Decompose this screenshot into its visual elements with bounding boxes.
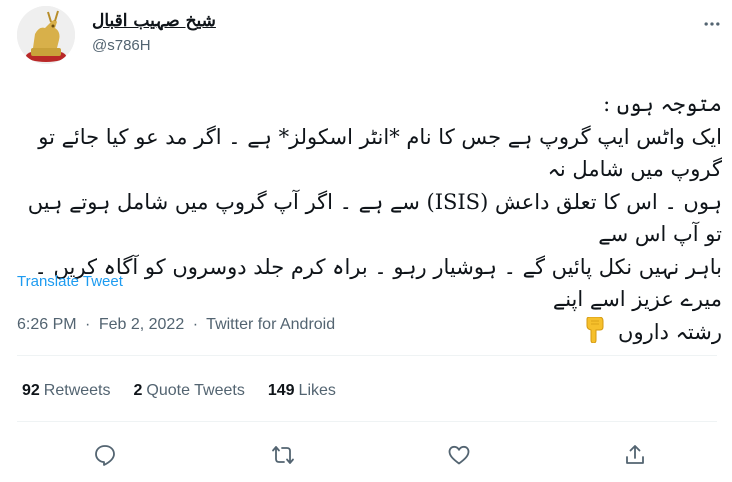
meta-separator: · [192,316,199,333]
translate-tweet-link[interactable]: Translate Tweet [17,273,123,290]
tweet-line: ایک واٹس ایپ گروپ ہے جس کا نام *انٹر اسک… [38,124,722,182]
share-button[interactable] [620,440,650,470]
more-horizontal-icon [704,22,720,26]
tweet-card: شیخ صہیب اقبال @s786H متوجہ ہوں : ایک وا… [0,0,732,482]
author-display-name[interactable]: شیخ صہیب اقبال [92,10,216,31]
tweet-text: متوجہ ہوں : ایک واٹس ایپ گروپ ہے جس کا ن… [14,88,722,352]
more-options-button[interactable] [700,12,724,36]
pointing-down-icon [583,316,605,353]
author-handle[interactable]: @s786H [92,37,151,54]
meta-separator: · [85,316,91,333]
tweet-time[interactable]: 6:26 PM [17,316,77,333]
retweets-count: 92 [22,382,40,399]
heart-icon [448,445,470,465]
tweet-source[interactable]: Twitter for Android [206,316,335,333]
tweet-date[interactable]: Feb 2, 2022 [99,316,184,333]
tweet-meta: 6:26 PM · Feb 2, 2022 · Twitter for Andr… [17,316,335,334]
retweets-label: Retweets [43,382,111,399]
tweet-line: متوجہ ہوں : [603,92,722,116]
avatar[interactable] [17,6,75,64]
likes-count: 149 [267,382,295,399]
divider [17,421,717,422]
tweet-line: ہوں ۔ اس کا تعلق داعش (ISIS) سے ہے ۔ اگر… [27,189,722,247]
quotes-label: Quote Tweets [146,382,245,399]
trophy-avatar-icon [17,6,75,64]
reply-button[interactable] [90,440,120,470]
quotes-count: 2 [133,382,143,399]
engagement-stats: 92 Retweets 2 Quote Tweets 149 Likes [22,382,336,400]
tweet-line: رشتہ داروں [618,319,722,344]
retweets-stat[interactable]: 92 Retweets [22,382,111,400]
likes-label: Likes [298,382,336,399]
divider [17,355,717,356]
likes-stat[interactable]: 149 Likes [268,382,336,400]
reply-icon [95,445,115,466]
action-bar [0,440,732,470]
like-button[interactable] [444,440,474,470]
quote-tweets-stat[interactable]: 2 Quote Tweets [134,382,245,400]
retweet-button[interactable] [268,440,298,470]
retweet-icon [272,446,294,464]
share-icon [626,445,644,464]
